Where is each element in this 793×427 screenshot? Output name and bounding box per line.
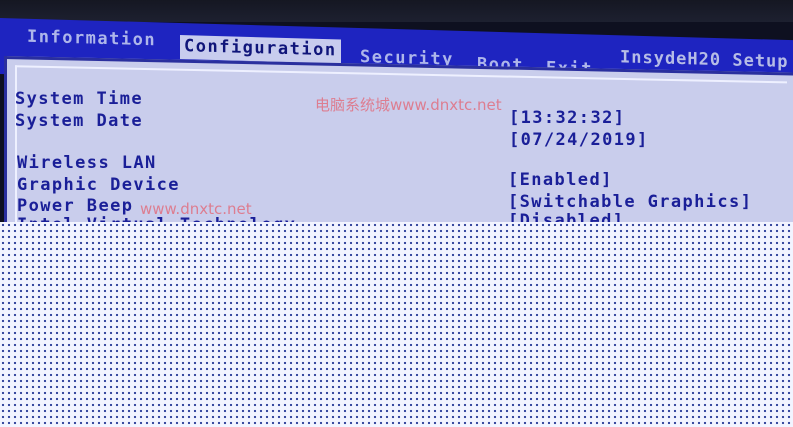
setting-label-wireless-lan[interactable]: Wireless LAN bbox=[17, 153, 157, 173]
setting-value-graphic-device[interactable]: [Switchable Graphics] bbox=[508, 192, 752, 212]
dotted-overlay bbox=[0, 222, 793, 427]
setting-value-system-time[interactable]: [13:32:32] bbox=[509, 108, 625, 128]
tab-information[interactable]: Information bbox=[27, 27, 156, 51]
setting-label-system-date[interactable]: System Date bbox=[15, 111, 143, 131]
setting-label-power-beep[interactable]: Power Beep bbox=[17, 196, 133, 216]
bios-vendor-title: InsydeH20 Setup bbox=[620, 47, 789, 73]
setting-value-system-date[interactable]: [07/24/2019] bbox=[509, 130, 649, 150]
bios-screen: Information Configuration Security Boot … bbox=[0, 0, 793, 427]
setting-value-wireless-lan[interactable]: [Enabled] bbox=[508, 170, 613, 190]
watermark-top: 电脑系统城www.dnxtc.net bbox=[315, 96, 502, 114]
setting-label-graphic-device[interactable]: Graphic Device bbox=[17, 175, 180, 195]
setting-label-system-time[interactable]: System Time bbox=[15, 89, 143, 109]
watermark-left: www.dnxtc.net bbox=[140, 200, 252, 218]
monitor-bezel bbox=[0, 0, 793, 22]
